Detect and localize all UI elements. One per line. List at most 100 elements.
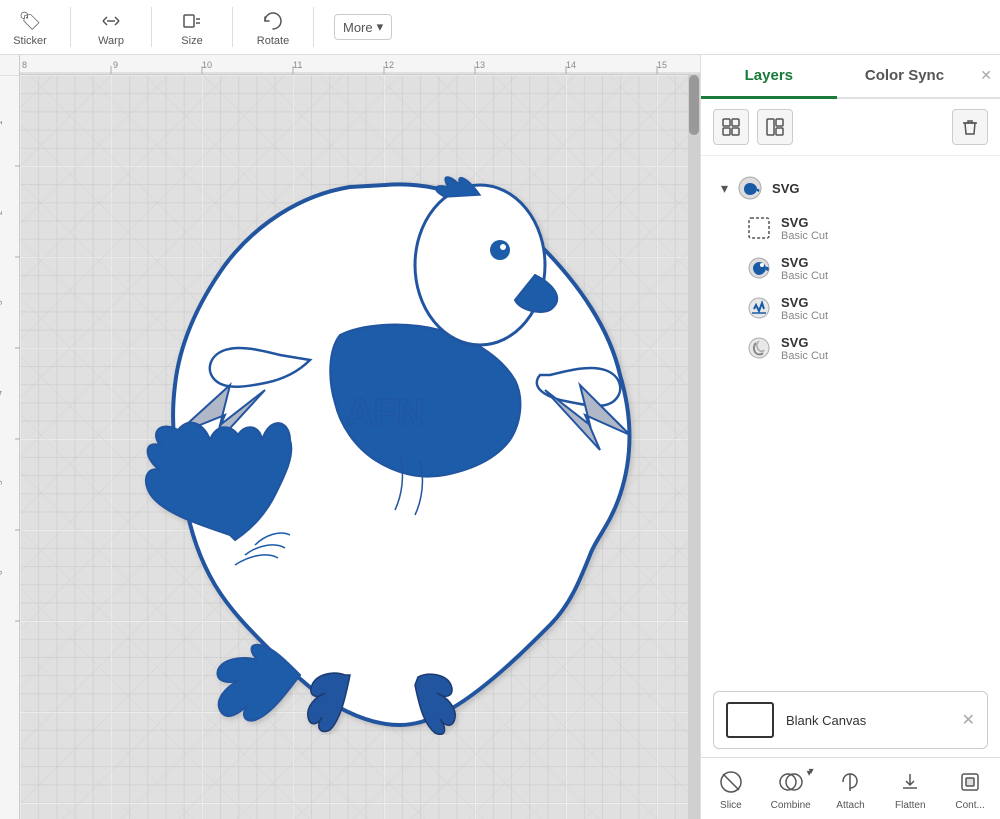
warp-icon bbox=[97, 7, 125, 35]
blank-canvas-card[interactable]: Blank Canvas ✕ bbox=[713, 691, 988, 749]
toolbar: 🏷 Sticker Warp Size bbox=[0, 0, 1000, 55]
layer-item-4[interactable]: SVG Basic Cut bbox=[737, 328, 988, 368]
main-area: 1 2 3 4 5 6 8 9 bbox=[0, 55, 1000, 819]
slice-button[interactable]: Slice bbox=[706, 766, 756, 811]
layer-4-subtitle: Basic Cut bbox=[781, 350, 980, 362]
flatten-label: Flatten bbox=[895, 800, 926, 811]
delete-button[interactable] bbox=[952, 109, 988, 145]
canvas-thumbnail bbox=[726, 702, 774, 738]
flatten-button[interactable]: Flatten bbox=[885, 766, 935, 811]
more-label: More bbox=[343, 20, 373, 35]
warp-label: Warp bbox=[98, 35, 124, 47]
panel-bottom-toolbar: Slice Combine ▾ bbox=[701, 757, 1000, 819]
size-tool-group: Size bbox=[172, 7, 212, 47]
svg-group-title: SVG bbox=[772, 181, 980, 196]
slice-icon bbox=[715, 766, 747, 798]
svg-text:13: 13 bbox=[475, 60, 485, 70]
svg-text:12: 12 bbox=[384, 60, 394, 70]
svg-text:15: 15 bbox=[657, 60, 667, 70]
layer-4-title: SVG bbox=[781, 335, 980, 350]
svg-text:3: 3 bbox=[0, 300, 4, 305]
attach-label: Attach bbox=[836, 800, 864, 811]
layer-children: SVG Basic Cut bbox=[737, 208, 988, 368]
layer-3-subtitle: Basic Cut bbox=[781, 310, 980, 322]
slice-label: Slice bbox=[720, 800, 742, 811]
sticker-label: Sticker bbox=[13, 35, 47, 47]
ruler-horizontal: 8 9 10 11 12 13 14 15 bbox=[20, 55, 700, 75]
svg-text:1: 1 bbox=[0, 120, 4, 125]
layer-2-title: SVG bbox=[781, 255, 980, 270]
layer-2-text: SVG Basic Cut bbox=[781, 255, 980, 282]
svg-text:11: 11 bbox=[293, 60, 302, 70]
layer-4-icon bbox=[745, 334, 773, 362]
layer-3-icon bbox=[745, 294, 773, 322]
panel-close-icon[interactable]: ✕ bbox=[972, 55, 1000, 97]
layer-2-subtitle: Basic Cut bbox=[781, 270, 980, 282]
more-button[interactable]: More ▾ bbox=[334, 14, 392, 40]
layer-1-subtitle: Basic Cut bbox=[781, 230, 980, 242]
svg-text:4: 4 bbox=[0, 390, 4, 395]
sticker-icon: 🏷 bbox=[16, 7, 44, 35]
combine-button[interactable]: Combine ▾ bbox=[766, 766, 816, 811]
mascot-image[interactable]: AFN bbox=[100, 155, 670, 735]
sticker-tool[interactable]: 🏷 Sticker bbox=[10, 7, 50, 47]
layer-1-title: SVG bbox=[781, 215, 980, 230]
ungroup-button[interactable] bbox=[757, 109, 793, 145]
divider-1 bbox=[70, 7, 71, 47]
panel-toolbar bbox=[701, 99, 1000, 156]
warp-tool[interactable]: Warp bbox=[91, 7, 131, 47]
layer-2-icon bbox=[745, 254, 773, 282]
svg-group-icon bbox=[736, 174, 764, 202]
combine-icon bbox=[775, 766, 807, 798]
layers-list: ▾ SVG bbox=[701, 156, 1000, 683]
vertical-scrollbar[interactable] bbox=[688, 75, 700, 819]
combine-label: Combine bbox=[771, 800, 811, 811]
contour-button[interactable]: Cont... bbox=[945, 766, 995, 811]
group-button[interactable] bbox=[713, 109, 749, 145]
svg-text:8: 8 bbox=[22, 60, 27, 70]
layer-item-1[interactable]: SVG Basic Cut bbox=[737, 208, 988, 248]
tab-layers[interactable]: Layers bbox=[701, 55, 837, 99]
canvas-grid: AFN bbox=[20, 75, 700, 819]
svg-text:5: 5 bbox=[0, 480, 4, 485]
layer-group-svg: ▾ SVG bbox=[701, 164, 1000, 372]
blank-canvas-label: Blank Canvas bbox=[786, 713, 866, 728]
size-icon bbox=[178, 7, 206, 35]
attach-icon bbox=[834, 766, 866, 798]
tab-colorsync[interactable]: Color Sync bbox=[837, 55, 973, 97]
size-label: Size bbox=[181, 35, 202, 47]
canvas-area[interactable]: 1 2 3 4 5 6 8 9 bbox=[0, 55, 700, 819]
canvas-close-icon[interactable]: ✕ bbox=[962, 710, 975, 730]
right-panel: Layers Color Sync ✕ bbox=[700, 55, 1000, 819]
divider-2 bbox=[151, 7, 152, 47]
attach-button[interactable]: Attach bbox=[825, 766, 875, 811]
contour-label: Cont... bbox=[955, 800, 984, 811]
size-tool[interactable]: Size bbox=[172, 7, 212, 47]
svg-text:10: 10 bbox=[202, 60, 212, 70]
scrollbar-thumb[interactable] bbox=[689, 75, 699, 135]
layer-item-2[interactable]: SVG Basic Cut bbox=[737, 248, 988, 288]
expand-chevron-icon: ▾ bbox=[721, 180, 728, 197]
flatten-icon bbox=[894, 766, 926, 798]
svg-text:9: 9 bbox=[113, 60, 118, 70]
layer-3-title: SVG bbox=[781, 295, 980, 310]
layer-1-text: SVG Basic Cut bbox=[781, 215, 980, 242]
divider-4 bbox=[313, 7, 314, 47]
layer-item-svg-group[interactable]: ▾ SVG bbox=[713, 168, 988, 208]
rotate-icon bbox=[259, 7, 287, 35]
layer-item-3[interactable]: SVG Basic Cut bbox=[737, 288, 988, 328]
panel-tabs: Layers Color Sync ✕ bbox=[701, 55, 1000, 99]
ruler-vertical: 1 2 3 4 5 6 bbox=[0, 55, 20, 819]
more-chevron-icon: ▾ bbox=[377, 19, 384, 35]
layer-3-text: SVG Basic Cut bbox=[781, 295, 980, 322]
contour-icon bbox=[954, 766, 986, 798]
layer-4-text: SVG Basic Cut bbox=[781, 335, 980, 362]
rotate-label: Rotate bbox=[257, 35, 289, 47]
rotate-tool[interactable]: Rotate bbox=[253, 7, 293, 47]
divider-3 bbox=[232, 7, 233, 47]
svg-text:14: 14 bbox=[566, 60, 576, 70]
svg-text:2: 2 bbox=[0, 210, 4, 215]
combine-dropdown-icon: ▾ bbox=[809, 766, 814, 777]
svg-group-text: SVG bbox=[772, 181, 980, 196]
svg-text:AFN: AFN bbox=[346, 392, 424, 434]
